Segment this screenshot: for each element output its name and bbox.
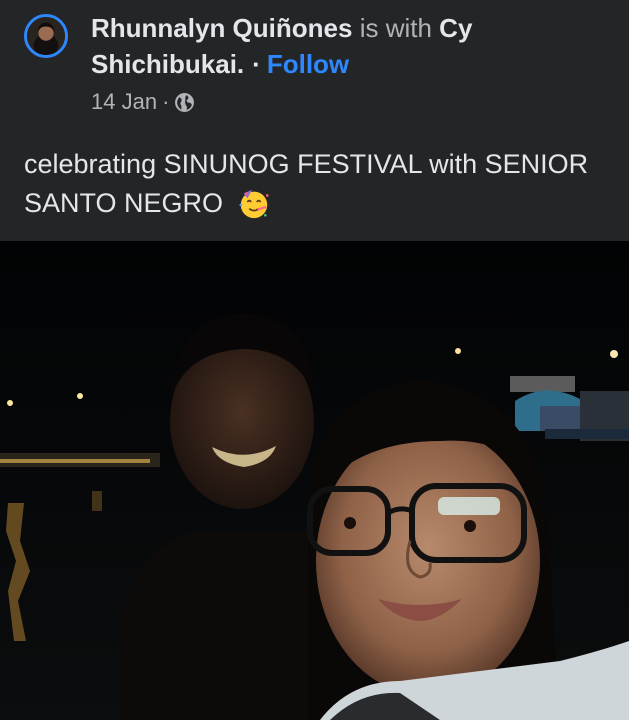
post-meta: 14 Jan · xyxy=(91,89,195,115)
post-header: Rhunnalyn Quiñones is with Cy Shichibuka… xyxy=(0,0,629,130)
separator-dot: · xyxy=(252,49,261,79)
meta-separator: · xyxy=(162,89,170,114)
post-card: Rhunnalyn Quiñones is with Cy Shichibuka… xyxy=(0,0,629,720)
caption-text: celebrating SINUNOG FESTIVAL with SENIOR… xyxy=(24,149,589,218)
post-caption: celebrating SINUNOG FESTIVAL with SENIOR… xyxy=(24,145,614,223)
author-avatar[interactable] xyxy=(24,14,68,58)
partying-face-icon xyxy=(237,186,271,220)
post-date[interactable]: 14 Jan xyxy=(91,89,157,115)
post-photo[interactable] xyxy=(0,241,629,720)
with-text: is with xyxy=(359,13,432,43)
photo-image xyxy=(0,241,629,720)
avatar-image xyxy=(27,17,65,55)
globe-icon[interactable] xyxy=(174,92,195,113)
follow-button[interactable]: Follow xyxy=(267,49,349,79)
post-title-line: Rhunnalyn Quiñones is with Cy Shichibuka… xyxy=(91,10,591,82)
author-name[interactable]: Rhunnalyn Quiñones xyxy=(91,13,352,43)
